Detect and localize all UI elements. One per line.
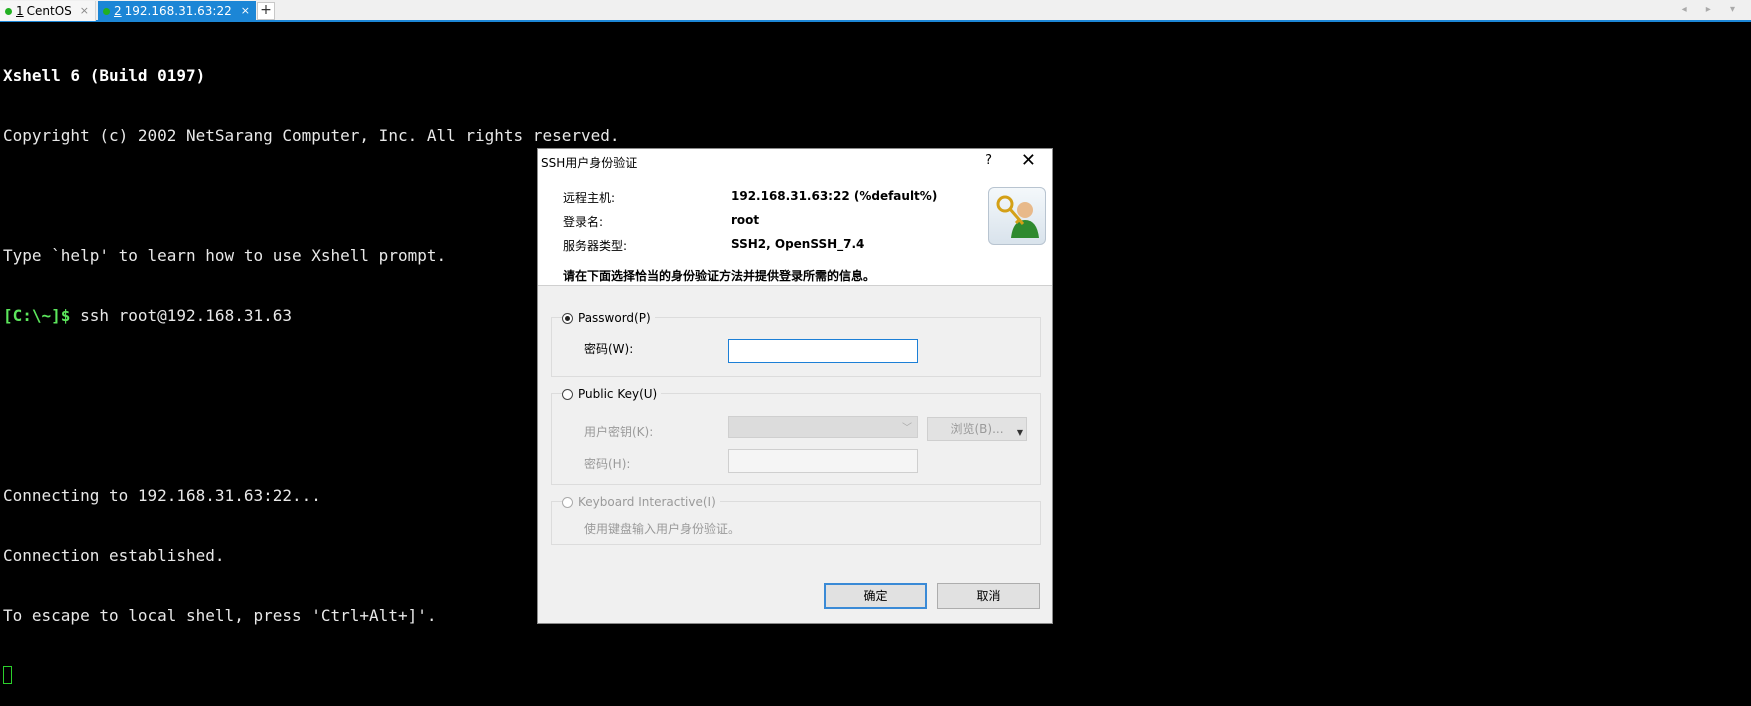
password-input[interactable] — [728, 339, 918, 363]
status-dot-icon — [103, 7, 110, 15]
help-button[interactable]: ? — [985, 153, 992, 168]
terminal-cursor — [3, 666, 12, 684]
public-key-option-label: Public Key(U) — [578, 387, 658, 401]
keyboard-interactive-radio-option: Keyboard Interactive(I) — [562, 495, 720, 509]
terminal-line: To escape to local shell, press 'Ctrl+Al… — [3, 606, 437, 625]
tab-number: 1 — [16, 4, 24, 18]
key-user-icon — [988, 187, 1046, 245]
session-tab-bar: 1 CentOS × 2 192.168.31.63:22 × + ◂ ▸ ▾ — [0, 0, 1751, 22]
public-key-radio-option[interactable]: Public Key(U) — [562, 387, 662, 401]
server-type-value: SSH2, OpenSSH_7.4 — [731, 237, 865, 251]
terminal-scrollbar[interactable] — [1737, 22, 1751, 642]
tab-session-192-168-31-63[interactable]: 2 192.168.31.63:22 × — [98, 1, 256, 21]
instruction-text: 请在下面选择恰当的身份验证方法并提供登录所需的信息。 — [563, 269, 876, 283]
terminal-line: Connection established. — [3, 546, 225, 565]
keyboard-interactive-radio — [562, 496, 573, 508]
dialog-title-bar: SSH用户身份验证 ? ✕ — [538, 149, 1052, 175]
tab-number: 2 — [114, 4, 122, 18]
terminal-prompt: [C:\~]$ — [3, 306, 71, 325]
login-value: root — [731, 213, 760, 227]
browse-button: 浏览(B)... ▼ — [927, 417, 1027, 441]
server-type-label: 服务器类型: — [563, 239, 628, 253]
password-option-label: Password(P) — [578, 311, 651, 325]
user-key-select: ﹀ — [728, 416, 918, 438]
terminal-line: Xshell 6 (Build 0197) — [3, 66, 206, 85]
terminal-line: Type `help' to learn how to use Xshell p… — [3, 246, 447, 265]
tab-label: CentOS — [26, 4, 72, 18]
password-field-label: 密码(W): — [584, 342, 634, 356]
tab-centos[interactable]: 1 CentOS × — [0, 1, 96, 21]
passphrase-input — [728, 449, 918, 473]
status-dot-icon — [5, 7, 12, 15]
tab-close-icon[interactable]: × — [80, 4, 89, 17]
tab-close-icon[interactable]: × — [241, 4, 250, 17]
remote-host-value: 192.168.31.63:22 (%default%) — [731, 189, 938, 203]
password-radio[interactable] — [562, 312, 573, 324]
remote-host-label: 远程主机: — [563, 191, 616, 205]
tab-label: 192.168.31.63:22 — [124, 4, 232, 18]
cancel-button[interactable]: 取消 — [937, 583, 1040, 609]
ssh-auth-dialog: SSH用户身份验证 ? ✕ 远程主机: 192.168.31.63:22 (%d… — [537, 148, 1053, 624]
tab-scroll-arrows-icon[interactable]: ◂ ▸ ▾ — [1682, 4, 1743, 15]
keyboard-interactive-label: Keyboard Interactive(I) — [578, 495, 716, 509]
terminal-output[interactable]: Xshell 6 (Build 0197) Copyright (c) 2002… — [3, 26, 620, 706]
add-tab-button[interactable]: + — [257, 2, 275, 20]
dialog-title: SSH用户身份验证 — [541, 156, 638, 170]
browse-label: 浏览(B)... — [950, 422, 1004, 436]
chevron-down-icon: ﹀ — [902, 423, 912, 434]
passphrase-label: 密码(H): — [584, 457, 631, 471]
ok-button[interactable]: 确定 — [824, 583, 927, 609]
user-key-label: 用户密钥(K): — [584, 425, 654, 439]
keyboard-interactive-description: 使用键盘输入用户身份验证。 — [584, 522, 741, 536]
login-label: 登录名: — [563, 215, 604, 229]
public-key-radio[interactable] — [562, 388, 573, 400]
dropdown-arrow-icon: ▼ — [1016, 428, 1023, 437]
terminal-line: Copyright (c) 2002 NetSarang Computer, I… — [3, 126, 620, 145]
password-radio-option[interactable]: Password(P) — [562, 311, 655, 325]
close-button[interactable]: ✕ — [1021, 150, 1036, 171]
terminal-line: Connecting to 192.168.31.63:22... — [3, 486, 321, 505]
terminal-command: ssh root@192.168.31.63 — [70, 306, 292, 325]
